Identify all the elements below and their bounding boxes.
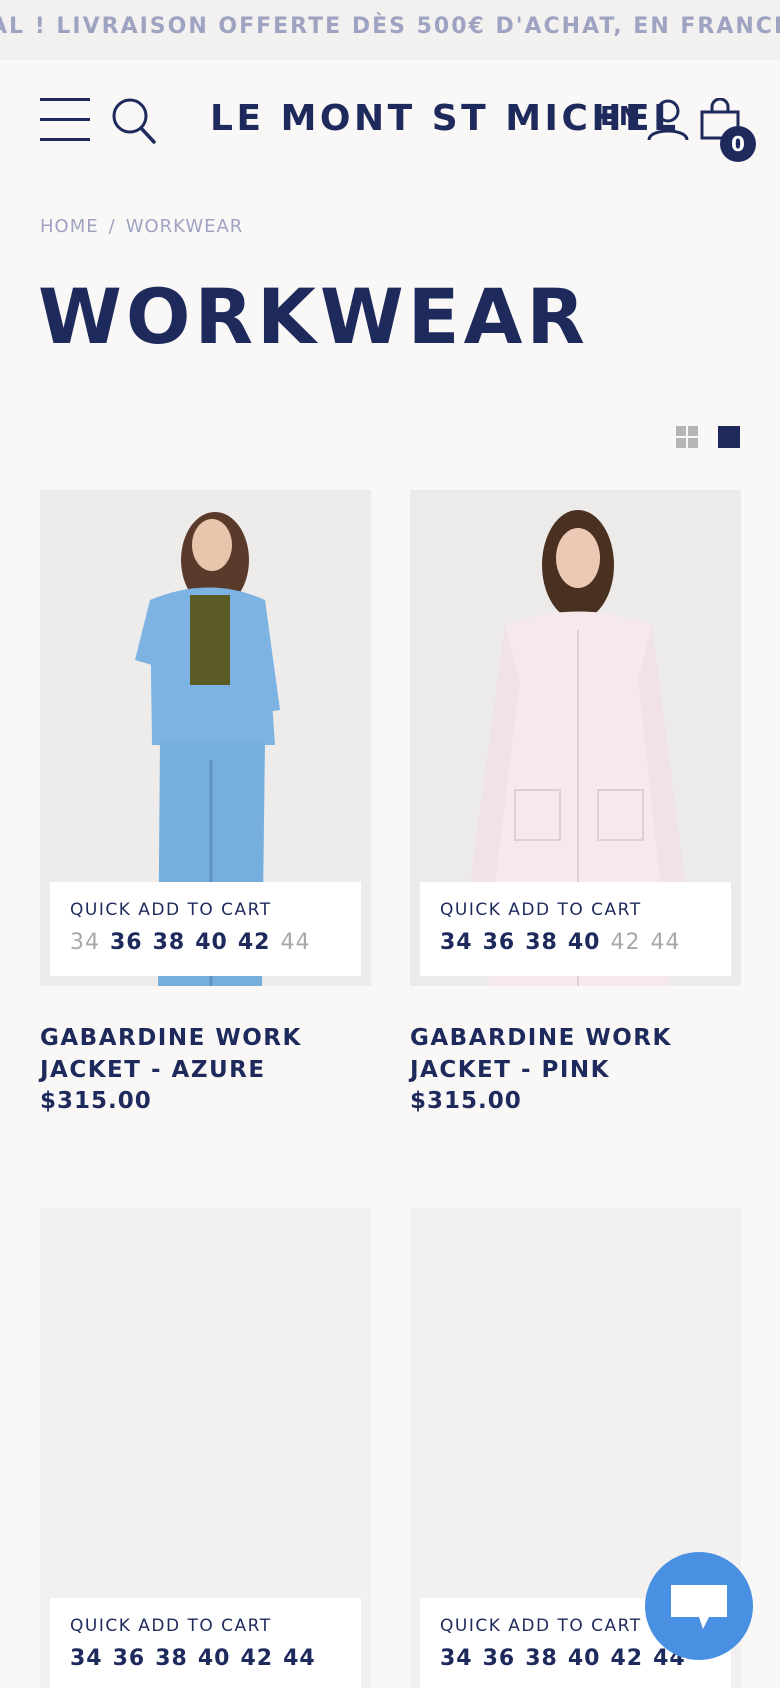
size-option[interactable]: 42 (611, 930, 641, 955)
product-price: $315.00 (410, 1088, 522, 1114)
size-option[interactable]: 40 (198, 1646, 231, 1671)
size-option[interactable]: 34 (440, 1646, 473, 1671)
chat-icon (671, 1585, 727, 1629)
size-option[interactable]: 42 (241, 1646, 274, 1671)
size-option[interactable]: 38 (525, 930, 558, 955)
quick-add-label: QUICK ADD TO CART (70, 900, 272, 920)
product-name[interactable]: GABARDINE WORK JACKET - AZURE (40, 1022, 371, 1086)
search-icon[interactable] (110, 96, 158, 146)
size-option[interactable]: 36 (483, 1646, 516, 1671)
size-option[interactable]: 40 (568, 930, 601, 955)
size-option[interactable]: 38 (153, 930, 186, 955)
breadcrumb-home-link[interactable]: HOME (40, 216, 99, 237)
product-image[interactable]: QUICK ADD TO CART 34 36 38 40 42 44 (40, 1208, 371, 1688)
product-image[interactable]: QUICK ADD TO CART 34 36 38 40 42 44 (40, 490, 371, 986)
size-option[interactable]: 36 (483, 930, 516, 955)
language-selector[interactable]: EN (600, 102, 642, 132)
size-option[interactable]: 36 (110, 930, 143, 955)
size-option[interactable]: 38 (155, 1646, 188, 1671)
account-icon[interactable] (646, 98, 690, 142)
size-option[interactable]: 42 (238, 930, 271, 955)
quick-add-panel: QUICK ADD TO CART 34 36 38 40 42 44 (420, 882, 731, 976)
size-option[interactable]: 34 (70, 1646, 103, 1671)
cart-count-badge: 0 (720, 126, 756, 162)
size-option[interactable]: 40 (568, 1646, 601, 1671)
size-option[interactable]: 38 (525, 1646, 558, 1671)
size-option[interactable]: 44 (651, 930, 681, 955)
size-option[interactable]: 34 (70, 930, 100, 955)
chat-button[interactable] (645, 1552, 753, 1660)
cart-button[interactable]: 0 (700, 97, 756, 162)
site-header: LE MONT ST MICHEL EN 0 (0, 60, 780, 185)
size-option[interactable]: 36 (113, 1646, 146, 1671)
grid-view-icon[interactable] (676, 426, 698, 448)
size-option[interactable]: 40 (195, 930, 228, 955)
announcement-text: AL ! LIVRAISON OFFERTE DÈS 500€ D'ACHAT,… (0, 14, 780, 39)
page-title: WORKWEAR (38, 272, 589, 361)
size-option[interactable]: 34 (440, 930, 473, 955)
product-image[interactable]: QUICK ADD TO CART 34 36 38 40 42 44 (410, 490, 741, 986)
product-name[interactable]: GABARDINE WORK JACKET - PINK (410, 1022, 741, 1086)
size-option[interactable]: 42 (611, 1646, 644, 1671)
list-view-icon[interactable] (718, 426, 740, 448)
breadcrumb-current: WORKWEAR (125, 216, 244, 237)
breadcrumb-separator: / (108, 216, 116, 237)
quick-add-label: QUICK ADD TO CART (440, 900, 642, 920)
size-option[interactable]: 44 (283, 1646, 316, 1671)
breadcrumb: HOME / WORKWEAR (40, 216, 243, 237)
menu-icon[interactable] (40, 98, 90, 142)
announcement-bar: AL ! LIVRAISON OFFERTE DÈS 500€ D'ACHAT,… (0, 0, 780, 60)
quick-add-panel: QUICK ADD TO CART 34 36 38 40 42 44 (50, 1598, 361, 1688)
product-price: $315.00 (40, 1088, 152, 1114)
size-option[interactable]: 44 (281, 930, 311, 955)
quick-add-label: QUICK ADD TO CART (70, 1616, 272, 1636)
quick-add-panel: QUICK ADD TO CART 34 36 38 40 42 44 (50, 882, 361, 976)
